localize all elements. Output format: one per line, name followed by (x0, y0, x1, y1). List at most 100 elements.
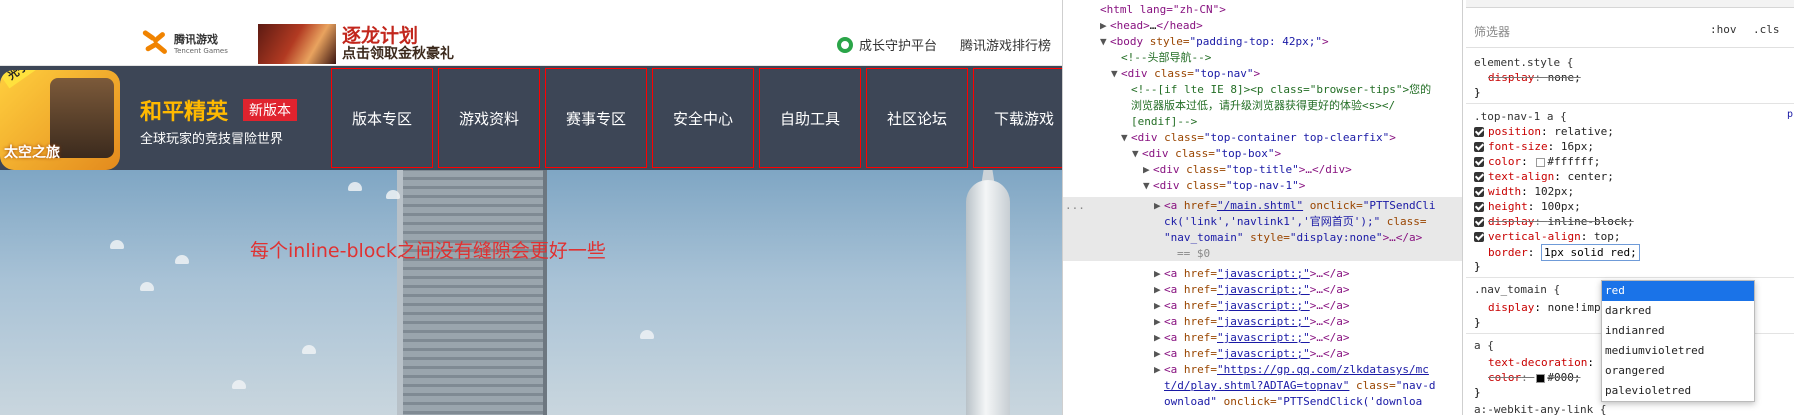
growth-guard-link[interactable]: 成长守护平台 (837, 35, 937, 54)
dom-href-link[interactable]: "javascript:;" (1217, 315, 1310, 328)
nav-item-self-service[interactable]: 自助工具 (759, 68, 861, 168)
rule-selector[interactable]: .top-nav-1 a { (1474, 110, 1567, 123)
expand-triangle-icon[interactable]: ▶ (1154, 314, 1164, 330)
dom-node-top-nav[interactable]: ▼ <div class="top-nav"> (1111, 66, 1260, 82)
dom-node-top-nav-1[interactable]: ▼ <div class="top-nav-1"> (1143, 178, 1305, 194)
class-toggle-button[interactable]: .cls (1753, 23, 1780, 36)
expand-triangle-icon[interactable]: ▶ (1154, 298, 1164, 314)
rule-selector[interactable]: a:-webkit-any-link { (1474, 403, 1606, 415)
checkbox-checked-icon[interactable] (1474, 157, 1484, 167)
collapse-triangle-icon[interactable]: ▼ (1121, 130, 1131, 146)
element-style-display[interactable]: display: none; (1488, 70, 1581, 85)
dom-node-a-download[interactable]: ▶ <a href="https://gp.qq.com/zlkdatasys/m… (1154, 362, 1429, 378)
css-decl-row[interactable]: color: #ffffff; (1474, 154, 1600, 169)
autocomplete-option[interactable]: red (1602, 281, 1754, 301)
expand-triangle-icon[interactable]: ▶ (1154, 266, 1164, 282)
dom-node-head[interactable]: ▶ <head>…</head> (1100, 18, 1203, 34)
css-value-editor[interactable]: 1px solid red; (1541, 244, 1640, 261)
css-decl-row[interactable]: text-align: center; (1474, 169, 1614, 184)
expand-triangle-icon[interactable]: ▶ (1143, 162, 1153, 178)
collapse-triangle-icon[interactable]: ▼ (1143, 178, 1153, 194)
collapse-triangle-icon[interactable]: ▼ (1111, 66, 1121, 82)
hover-state-button[interactable]: :hov (1710, 23, 1737, 36)
dom-comment[interactable]: <!--头部导航--> (1121, 50, 1211, 66)
checkbox-checked-icon[interactable] (1474, 217, 1484, 227)
expand-triangle-icon[interactable]: ▶ (1154, 346, 1164, 362)
css-decl-row[interactable]: vertical-align: top; (1474, 229, 1620, 244)
dom-href-link[interactable]: t/d/play.shtml?ADTAG=topnav" (1164, 379, 1349, 392)
dom-node-top-box[interactable]: ▼ <div class="top-box"> (1132, 146, 1281, 162)
checkbox-checked-icon[interactable] (1474, 172, 1484, 182)
collapse-triangle-icon[interactable]: ▼ (1132, 146, 1142, 162)
rule-selector[interactable]: a { (1474, 339, 1494, 352)
dom-node-a-js[interactable]: ▶ <a href="javascript:;">…</a> (1154, 266, 1349, 282)
dom-href-link[interactable]: "javascript:;" (1217, 347, 1310, 360)
css-decl-row-disabled[interactable]: display: inline-block; (1474, 214, 1634, 229)
autocomplete-option[interactable]: darkred (1602, 301, 1754, 321)
red-annotation-text: 每个inline-block之间没有缝隙会更好一些 (250, 240, 606, 262)
color-swatch-icon[interactable] (1536, 157, 1546, 167)
dom-ellipsis-menu[interactable]: ... (1065, 198, 1085, 214)
css-decl-row-disabled[interactable]: color: #000; (1488, 370, 1581, 385)
dom-node-selected-a[interactable]: ▶ <a href="/main.shtml" onclick="PTTSendC… (1154, 198, 1436, 214)
styles-filter-input[interactable]: 筛选器 (1474, 23, 1510, 40)
dom-node-a-js[interactable]: ▶ <a href="javascript:;">…</a> (1154, 314, 1349, 330)
game-title[interactable]: 和平精英 (140, 94, 228, 126)
dom-node-a-js[interactable]: ▶ <a href="javascript:;">…</a> (1154, 346, 1349, 362)
nav-item-forum[interactable]: 社区论坛 (866, 68, 968, 168)
promo-banner[interactable]: 逐龙计划 点击领取金秋豪礼 (258, 24, 483, 64)
css-decl-row[interactable]: font-size: 16px; (1474, 139, 1594, 154)
checkbox-checked-icon[interactable] (1474, 142, 1484, 152)
dom-node-html[interactable]: <html lang="zh-CN"> (1100, 2, 1226, 18)
color-swatch-icon[interactable] (1536, 373, 1546, 383)
autocomplete-option[interactable]: orangered (1602, 361, 1754, 381)
rule-selector[interactable]: .nav_tomain { (1474, 283, 1560, 296)
dom-comment-ie[interactable]: <!--[if lte IE 8]><p class="browser-tips… (1131, 82, 1431, 98)
dom-href-link[interactable]: "/main.shtml" (1217, 199, 1303, 212)
checkbox-checked-icon[interactable] (1474, 232, 1484, 242)
dom-href-link[interactable]: "javascript:;" (1217, 267, 1310, 280)
css-value: none!impo (1547, 301, 1608, 314)
expand-triangle-icon[interactable]: ▶ (1100, 18, 1110, 34)
autocomplete-option[interactable]: mediumvioletred (1602, 341, 1754, 361)
css-decl-row[interactable]: width: 102px; (1474, 184, 1574, 199)
dom-href-link[interactable]: "javascript:;" (1217, 299, 1310, 312)
expand-triangle-icon[interactable]: ▶ (1154, 362, 1164, 378)
checkbox-checked-icon[interactable] (1474, 187, 1484, 197)
autocomplete-option[interactable]: indianred (1602, 321, 1754, 341)
dom-node-top-title[interactable]: ▶ <div class="top-title">…</div> (1143, 162, 1352, 178)
css-decl-row[interactable]: text-decoration: (1488, 355, 1594, 370)
dom-node-body[interactable]: ▼ <body style="padding-top: 42px;"> (1100, 34, 1329, 50)
autocomplete-option[interactable]: palevioletred (1602, 381, 1754, 401)
css-decl-editing[interactable]: border: 1px solid red; (1488, 244, 1640, 261)
css-decl-row[interactable]: display: none!impo (1488, 300, 1607, 315)
dom-tag-end: >…</a> (1309, 299, 1350, 312)
checkbox-checked-icon[interactable] (1474, 127, 1484, 137)
tencent-games-logo[interactable]: 腾讯游戏 Tencent Games (140, 29, 228, 59)
nav-item-download[interactable]: 下载游戏 (973, 68, 1062, 168)
expand-triangle-icon[interactable]: ▶ (1154, 330, 1164, 346)
dom-comment-ie-2: 浏览器版本过低，请升级浏览器获得更好的体验<s></ (1131, 98, 1395, 114)
expand-triangle-icon[interactable]: ▶ (1154, 282, 1164, 298)
rule-source-link[interactable]: p (1787, 109, 1793, 120)
expand-triangle-icon[interactable]: ▶ (1154, 198, 1164, 214)
dom-href-link[interactable]: "javascript:;" (1217, 331, 1310, 344)
dom-node-a-js[interactable]: ▶ <a href="javascript:;">…</a> (1154, 282, 1349, 298)
nav-item-game-info[interactable]: 游戏资料 (438, 68, 540, 168)
dom-attr: onclick= (1216, 395, 1277, 408)
css-decl-row[interactable]: position: relative; (1474, 124, 1614, 139)
nav-item-security[interactable]: 安全中心 (652, 68, 754, 168)
dom-node-a-js[interactable]: ▶ <a href="javascript:;">…</a> (1154, 298, 1349, 314)
collapse-triangle-icon[interactable]: ▼ (1100, 34, 1110, 50)
checkbox-checked-icon[interactable] (1474, 202, 1484, 212)
game-app-icon[interactable]: 光子 太空之旅 (0, 70, 120, 170)
dom-node-top-container[interactable]: ▼ <div class="top-container top-clearfix"… (1121, 130, 1396, 146)
css-decl-row[interactable]: height: 100px; (1474, 199, 1581, 214)
nav-item-events[interactable]: 赛事专区 (545, 68, 647, 168)
dom-node-a-js[interactable]: ▶ <a href="javascript:;">…</a> (1154, 330, 1349, 346)
css-value: inline-block; (1547, 215, 1634, 228)
tencent-ranking-link[interactable]: 腾讯游戏排行榜 (960, 35, 1051, 54)
dom-href-link[interactable]: "https://gp.qq.com/zlkdatasys/mc (1217, 363, 1429, 376)
dom-href-link[interactable]: "javascript:;" (1217, 283, 1310, 296)
nav-item-version[interactable]: 版本专区 (331, 68, 433, 168)
